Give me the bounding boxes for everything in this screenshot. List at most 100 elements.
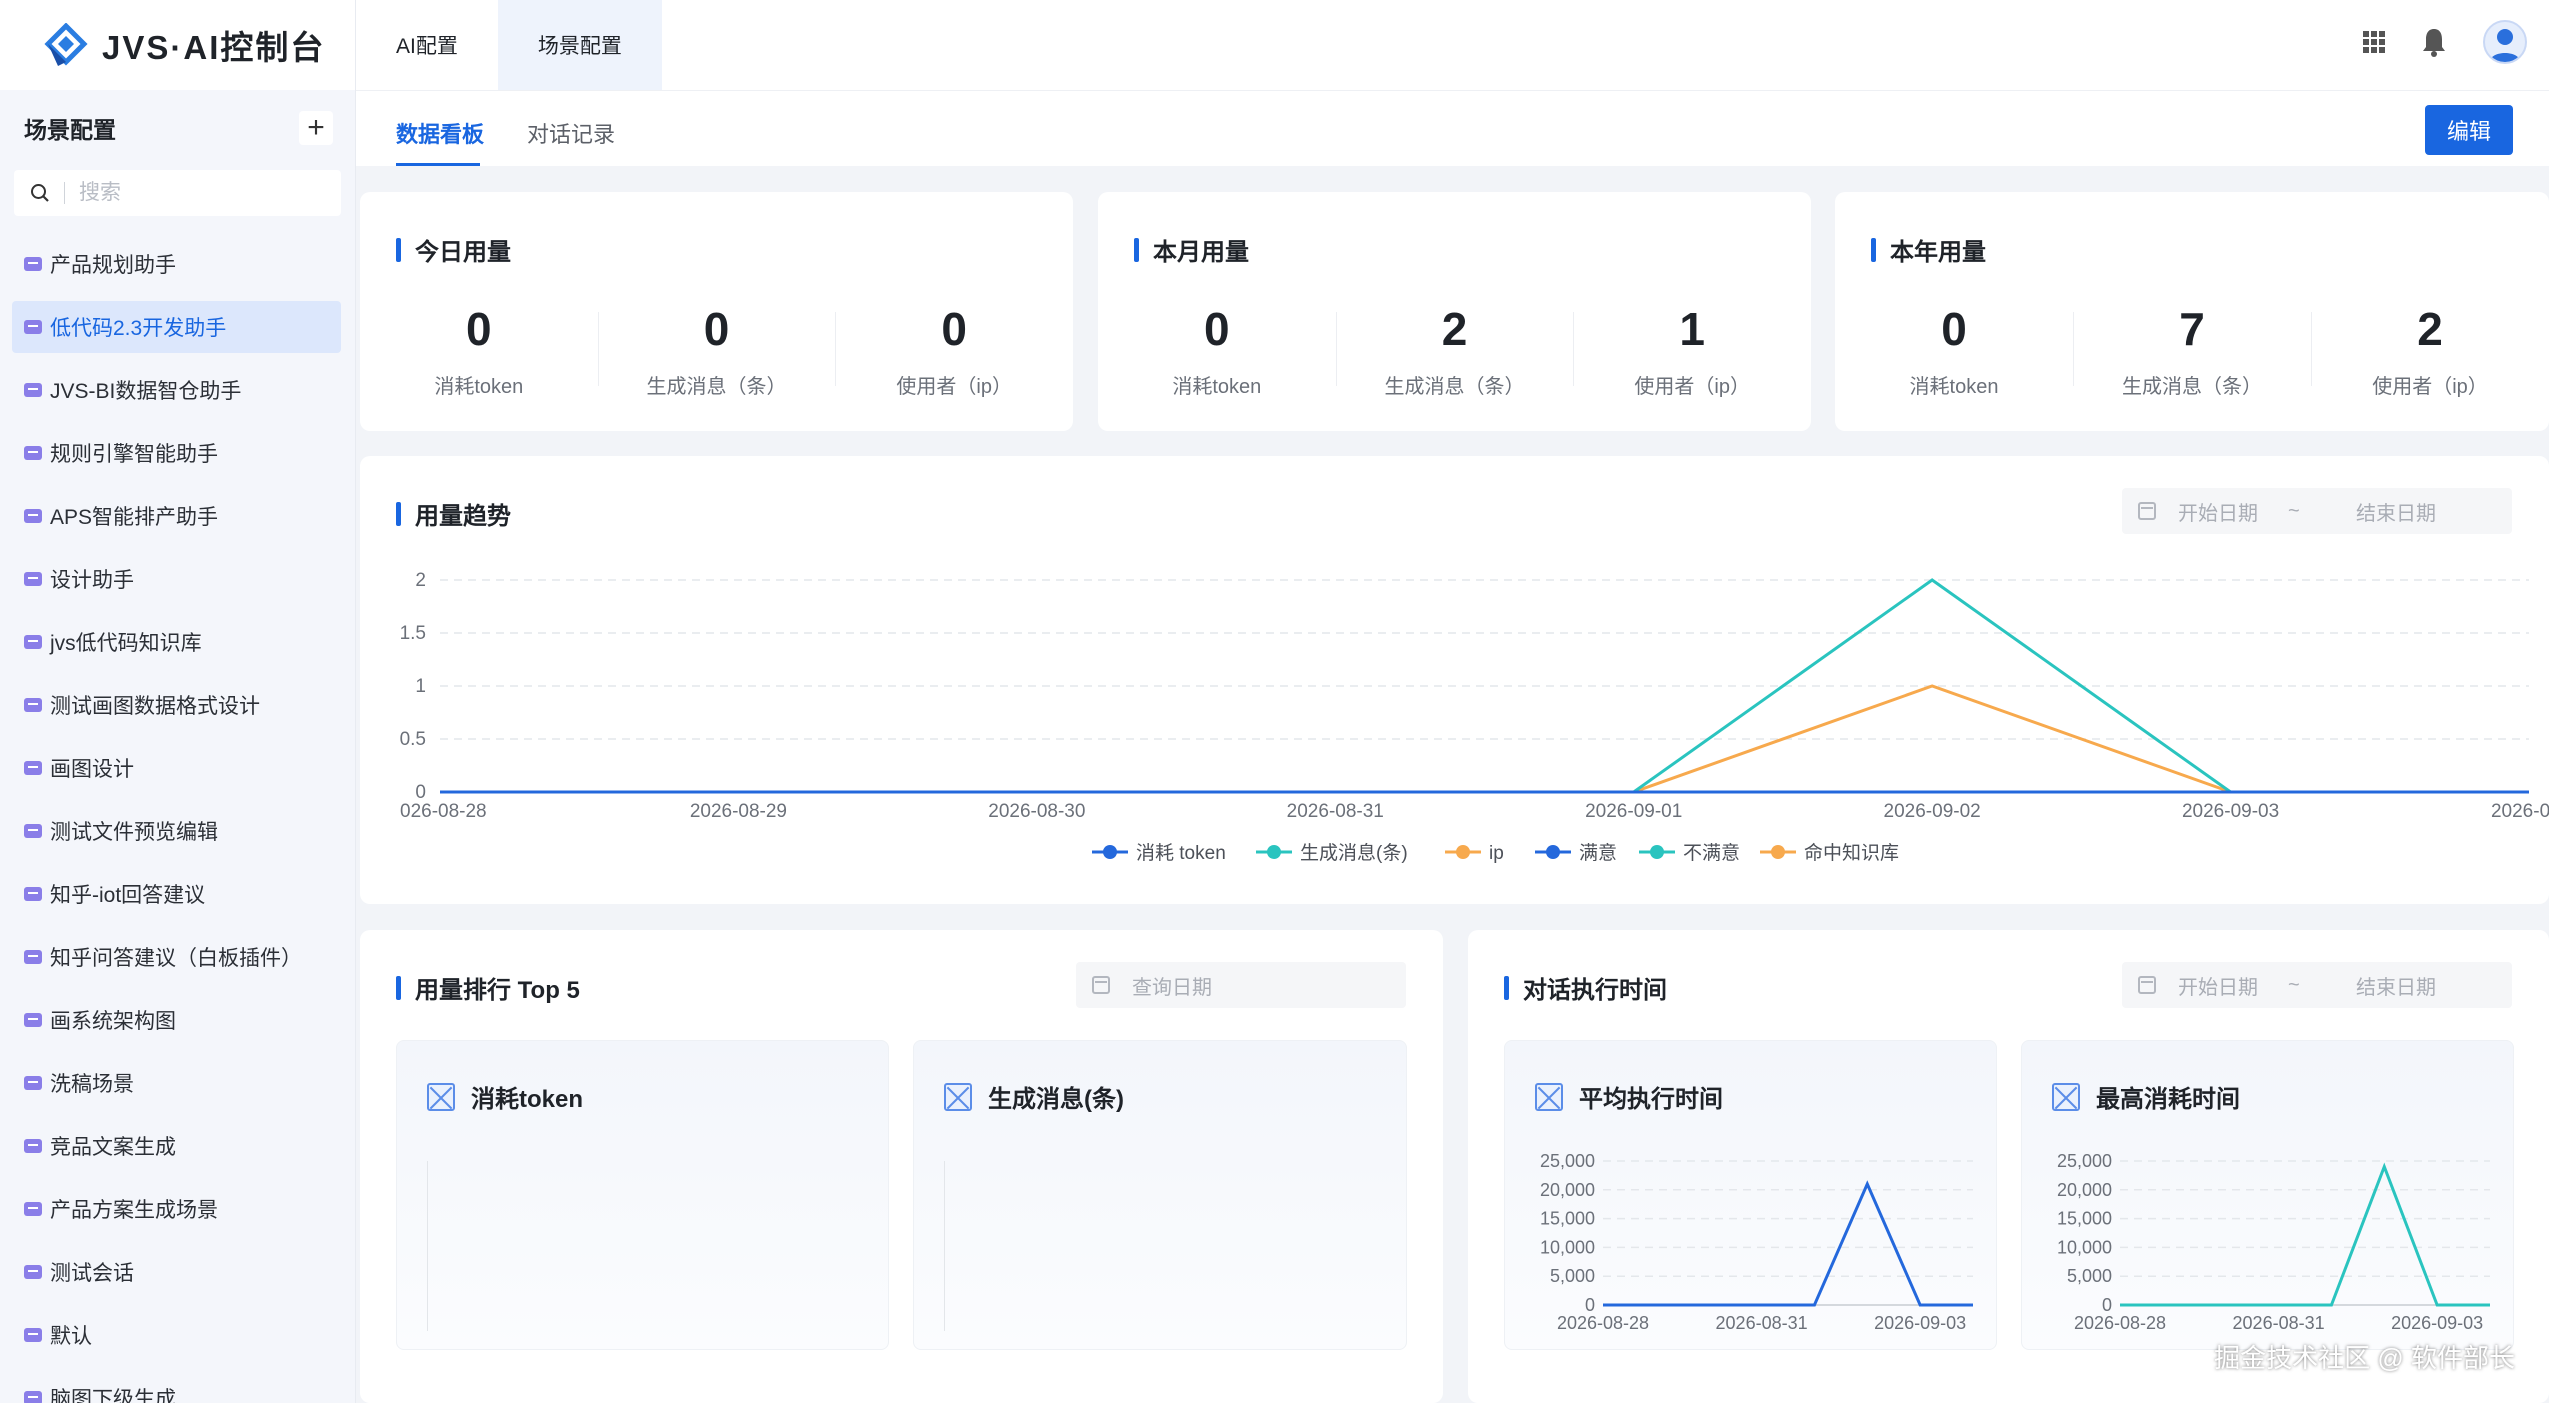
sidebar-item[interactable]: APS智能排产助手 <box>12 490 341 542</box>
empty-chart-axis <box>427 1161 428 1331</box>
legend-label: 满意 <box>1579 842 1617 864</box>
sidebar-item[interactable]: 知乎问答建议（白板插件） <box>12 931 341 983</box>
stat-value: 2 <box>1441 303 1468 355</box>
x-tick-label: 2026-08-31 <box>1716 1313 1808 1333</box>
sidebar-item[interactable]: 知乎-iot回答建议 <box>12 868 341 920</box>
user-avatar[interactable] <box>2483 20 2527 64</box>
sidebar-item-label: 默认 <box>50 1325 92 1348</box>
tab-scene-config[interactable]: 场景配置 <box>497 0 662 90</box>
top-nav: AI配置 场景配置 <box>356 0 2549 90</box>
legend-item: ip <box>1445 843 1504 864</box>
usage-card-month: 本月用量 0 消耗token 2 生成消息（条） 1 使用者（ip） <box>1098 192 1811 431</box>
legend-item: 满意 <box>1535 842 1617 864</box>
stat-value: 7 <box>2179 303 2205 355</box>
bell-icon[interactable] <box>2421 27 2447 57</box>
query-date-input[interactable]: 查询日期 <box>1132 971 1212 1000</box>
stat-value: 1 <box>1679 303 1705 355</box>
top-actions <box>2363 20 2527 64</box>
stat-users: 2 使用者（ip） <box>2311 302 2549 399</box>
legend-swatch-dot <box>1650 845 1664 859</box>
footer-watermark: 掘金技术社区 @ 软件部长 <box>2214 1343 2515 1373</box>
panel-title: 消耗token <box>427 1079 583 1114</box>
x-tick-label: 2026-08-30 <box>988 801 1085 822</box>
sidebar-item[interactable]: 脑图下级生成 <box>12 1372 341 1403</box>
tab-ai-config[interactable]: AI配置 <box>356 0 498 90</box>
sidebar-item[interactable]: JVS-BI数据智仓助手 <box>12 364 341 416</box>
panel-title-text: 消耗token <box>471 1086 584 1113</box>
rank-tokens-panel: 消耗token <box>396 1040 889 1350</box>
add-scene-button[interactable]: + <box>299 111 333 145</box>
sidebar-item[interactable]: 测试画图数据格式设计 <box>12 679 341 731</box>
chat-bubble-icon <box>24 257 42 271</box>
stat-label: 生成消息（条） <box>1384 376 1525 398</box>
chat-bubble-icon <box>24 761 42 775</box>
usage-trend-chart: 0 0.5 1 1.5 2 026-08-28 2026-08-29 2026-08-30 20… <box>400 570 2549 864</box>
tab-chat-records[interactable]: 对话记录 <box>527 117 615 149</box>
sidebar-item-label: 产品规划助手 <box>50 254 176 277</box>
sidebar-item[interactable]: 产品方案生成场景 <box>12 1183 341 1235</box>
stat-label: 生成消息（条） <box>646 376 787 398</box>
usage-ranking-card: 用量排行 Top 5 查询日期 消耗token 生成消息(条) <box>360 930 1443 1403</box>
sidebar-item[interactable]: 洗稿场景 <box>12 1057 341 1109</box>
y-tick-label: 15,000 <box>1540 1209 1595 1229</box>
stat-tokens: 0 消耗token <box>1835 302 2073 399</box>
sidebar-item[interactable]: 规则引擎智能助手 <box>12 427 341 479</box>
apps-grid-icon[interactable] <box>2363 31 2385 53</box>
chat-bubble-icon <box>24 635 42 649</box>
chat-bubble-icon <box>24 1013 42 1027</box>
search-divider <box>64 182 65 204</box>
series-line <box>2120 1162 2490 1307</box>
sidebar-item[interactable]: jvs低代码知识库 <box>12 616 341 668</box>
chat-bubble-icon <box>24 1391 42 1403</box>
sidebar-item[interactable]: 画图设计 <box>12 742 341 794</box>
chat-bubble-icon <box>24 320 42 334</box>
x-tick-label: 2026-09-03 <box>1874 1313 1966 1333</box>
sidebar-item[interactable]: 画系统架构图 <box>12 994 341 1046</box>
end-date-input[interactable]: 结束日期 <box>2356 971 2436 1000</box>
legend-swatch-dot <box>1546 845 1560 859</box>
sidebar-item[interactable]: 产品规划助手 <box>12 238 341 290</box>
legend-item: 生成消息(条) <box>1256 842 1408 864</box>
search-input[interactable] <box>79 181 299 205</box>
y-tick-label: 0 <box>2102 1295 2112 1315</box>
stat-label: 使用者（ip） <box>1634 376 1750 398</box>
sidebar-item-label: jvs低代码知识库 <box>50 632 202 655</box>
edit-button[interactable]: 编辑 <box>2425 105 2513 155</box>
start-date-input[interactable]: 开始日期 <box>2178 971 2288 1000</box>
usage-stats: 0 消耗token 7 生成消息（条） 2 使用者（ip） <box>1835 302 2549 399</box>
chat-bubble-icon <box>24 1328 42 1342</box>
sidebar-item[interactable]: 竞品文案生成 <box>12 1120 341 1172</box>
usage-card-year: 本年用量 0 消耗token 7 生成消息（条） 2 使用者（ip） <box>1835 192 2549 431</box>
sidebar-item-label: JVS-BI数据智仓助手 <box>50 380 242 403</box>
chat-bubble-icon <box>24 824 42 838</box>
x-tick-label: 2026-08-31 <box>1287 801 1384 822</box>
sidebar-header: 场景配置 + <box>0 90 355 166</box>
chat-bubble-icon <box>24 698 42 712</box>
sidebar-item[interactable]: 低代码2.3开发助手 <box>12 301 341 353</box>
exec-date-range[interactable]: 开始日期 ~ 结束日期 <box>2122 962 2512 1008</box>
sidebar-item-label: 低代码2.3开发助手 <box>50 317 227 340</box>
sidebar-item-label: 设计助手 <box>50 569 134 592</box>
stat-tokens: 0 消耗token <box>360 302 598 399</box>
ranking-date-picker[interactable]: 查询日期 <box>1076 962 1406 1008</box>
sidebar-item-label: 竞品文案生成 <box>50 1136 176 1159</box>
stat-label: 生成消息（条） <box>2122 376 2262 398</box>
sidebar-item[interactable]: 设计助手 <box>12 553 341 605</box>
y-tick-label: 1.5 <box>400 623 426 644</box>
usage-trend-card: 用量趋势 开始日期 ~ 结束日期 0 0.5 1 1.5 2 026-08-28 2026-… <box>360 456 2549 904</box>
chat-bubble-icon <box>24 383 42 397</box>
stat-value: 2 <box>2417 303 2443 355</box>
sidebar-item[interactable]: 默认 <box>12 1309 341 1361</box>
chat-bubble-icon <box>24 446 42 460</box>
chat-bubble-icon <box>24 887 42 901</box>
stat-label: 消耗token <box>1172 376 1262 398</box>
logo-icon <box>44 23 88 66</box>
y-tick-label: 5,000 <box>2067 1266 2112 1286</box>
tab-dashboard[interactable]: 数据看板 <box>396 117 484 149</box>
x-tick-label: 2026-09-01 <box>1585 801 1682 822</box>
sidebar-item[interactable]: 测试文件预览编辑 <box>12 805 341 857</box>
stat-messages: 7 生成消息（条） <box>2073 302 2311 399</box>
sidebar-title: 场景配置 <box>24 117 116 143</box>
stat-label: 使用者（ip） <box>896 376 1012 398</box>
sidebar-item[interactable]: 测试会话 <box>12 1246 341 1298</box>
